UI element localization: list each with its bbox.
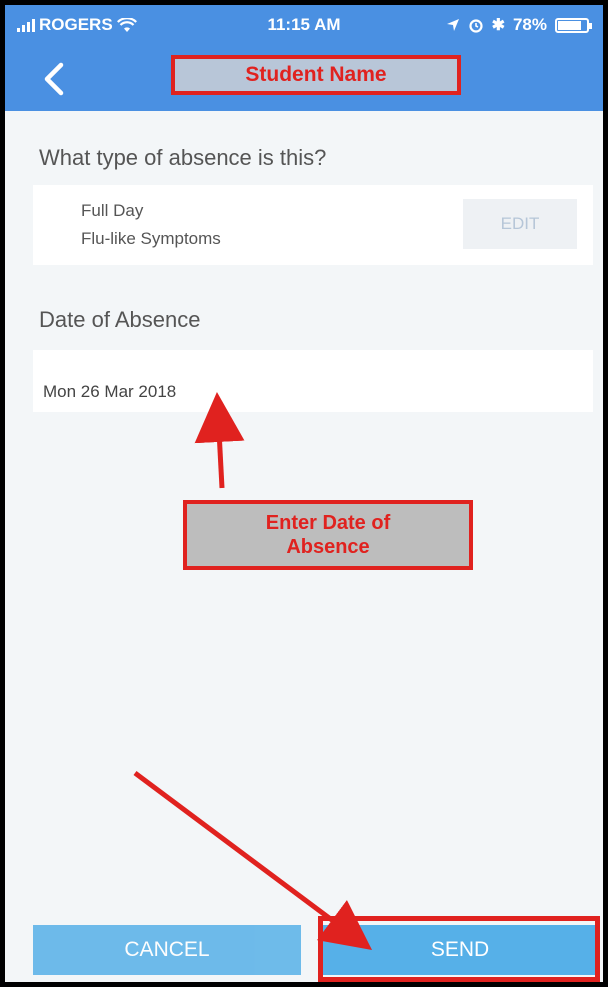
date-arrow	[194, 392, 245, 489]
annotation-arrows	[133, 392, 373, 950]
send-arrow	[133, 770, 373, 950]
